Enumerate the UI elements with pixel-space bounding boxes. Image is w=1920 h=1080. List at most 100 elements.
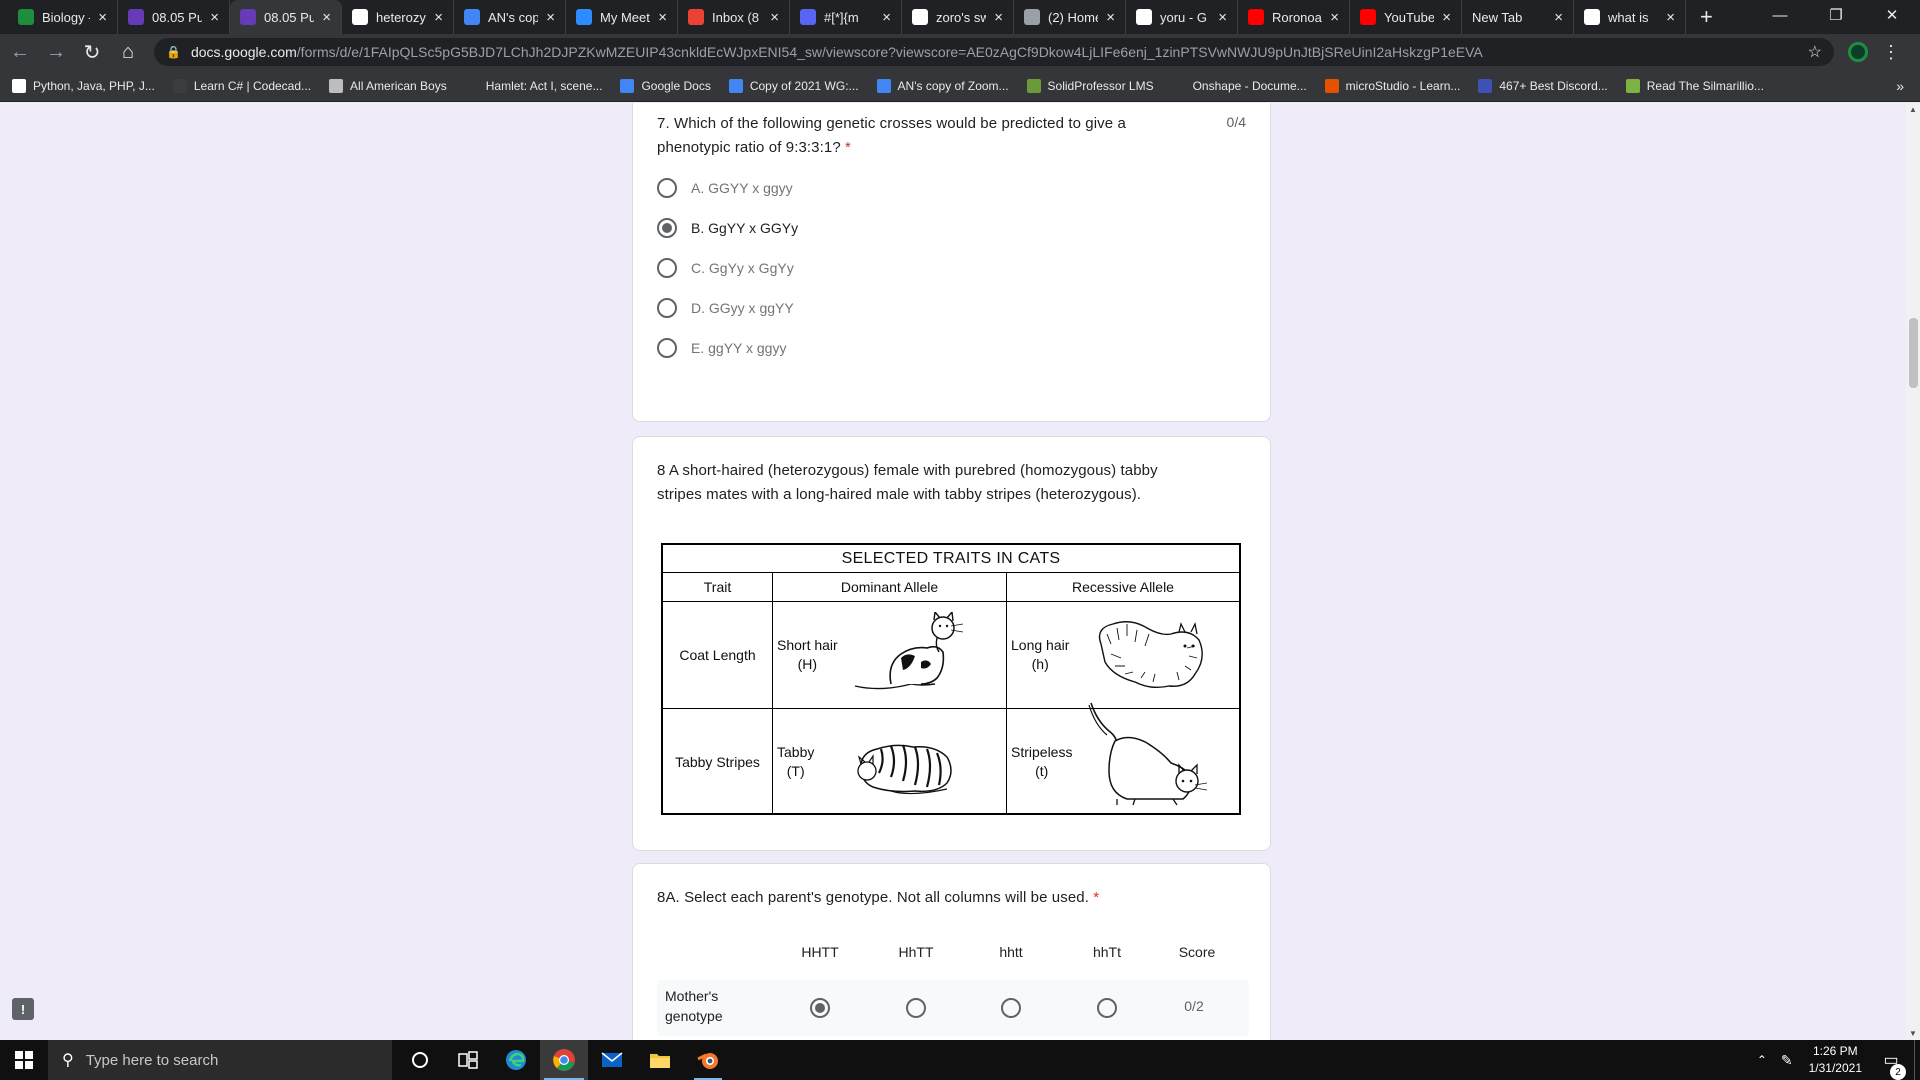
bookmark-item[interactable]: Copy of 2021 WG:...: [728, 78, 859, 93]
task-view-button[interactable]: [444, 1040, 492, 1080]
codecademy-icon: [172, 78, 187, 93]
bookmark-item[interactable]: Google Docs: [620, 78, 711, 93]
tab-close-icon[interactable]: ×: [1106, 9, 1115, 26]
bookmark-item[interactable]: Hamlet: Act I, scene...: [464, 78, 602, 93]
tab-close-icon[interactable]: ×: [1330, 9, 1339, 26]
taskbar-chrome[interactable]: [540, 1040, 588, 1080]
grid-column-header: hhtt: [999, 944, 1023, 960]
profile-avatar[interactable]: [1848, 42, 1868, 62]
forward-button[interactable]: →: [40, 36, 72, 68]
new-tab-button[interactable]: +: [1686, 0, 1727, 34]
bookmarks-overflow-button[interactable]: »: [1896, 78, 1904, 94]
bookmark-item[interactable]: SolidProfessor LMS: [1026, 78, 1154, 93]
tab-close-icon[interactable]: ×: [210, 9, 219, 26]
browser-tab[interactable]: Roronoa ×: [1238, 0, 1350, 34]
radio-unselected[interactable]: [657, 258, 677, 278]
tab-close-icon[interactable]: ×: [770, 9, 779, 26]
bookmark-item[interactable]: All American Boys: [329, 78, 447, 93]
bookmark-item[interactable]: Onshape - Docume...: [1171, 78, 1307, 93]
radio-unselected[interactable]: [657, 178, 677, 198]
show-desktop-button[interactable]: [1914, 1040, 1920, 1080]
question-8a-card: 8A. Select each parent's genotype. Not a…: [632, 863, 1271, 1040]
tab-close-icon[interactable]: ×: [322, 9, 331, 26]
bookmark-item[interactable]: Python, Java, PHP, J...: [12, 78, 155, 93]
radio-selected[interactable]: [657, 218, 677, 238]
pen-workspace-icon[interactable]: ✎: [1781, 1052, 1793, 1069]
browser-tab[interactable]: zoro's sw ×: [902, 0, 1014, 34]
traits-header-recessive: Recessive Allele: [1072, 579, 1174, 595]
bookmark-item[interactable]: Read The Silmarillio...: [1625, 78, 1764, 93]
browser-tab[interactable]: what is ×: [1574, 0, 1686, 34]
browser-tab[interactable]: #[*]{m ×: [790, 0, 902, 34]
radio-unselected[interactable]: [906, 998, 926, 1018]
tab-close-icon[interactable]: ×: [1554, 9, 1563, 26]
browser-tab[interactable]: My Meet ×: [566, 0, 678, 34]
answer-option[interactable]: E. ggYY x ggyy: [657, 336, 786, 360]
folder-icon: [650, 1054, 670, 1068]
tab-close-icon[interactable]: ×: [658, 9, 667, 26]
taskbar-search[interactable]: ⚲ Type here to search: [48, 1040, 392, 1080]
tab-close-icon[interactable]: ×: [994, 9, 1003, 26]
back-button[interactable]: ←: [4, 36, 36, 68]
menu-kebab-icon[interactable]: ⋮: [1882, 42, 1900, 63]
close-window-button[interactable]: ✕: [1864, 0, 1920, 30]
taskbar-file-explorer[interactable]: [636, 1040, 684, 1080]
taskbar-blender[interactable]: [684, 1040, 732, 1080]
taskbar-clock[interactable]: 1:26 PM 1/31/2021: [1809, 1043, 1862, 1077]
browser-tab[interactable]: heterozy ×: [342, 0, 454, 34]
answer-option[interactable]: D. GGyy x ggYY: [657, 296, 794, 320]
required-asterisk: *: [845, 139, 851, 156]
browser-tab[interactable]: New Tab ×: [1462, 0, 1574, 34]
browser-tab[interactable]: 08.05 Pu ×: [118, 0, 230, 34]
short-hair-cat-illustration: [854, 612, 964, 690]
browser-tab[interactable]: Inbox (8 ×: [678, 0, 790, 34]
blender-icon: [697, 1053, 718, 1069]
start-button[interactable]: [0, 1040, 48, 1080]
address-bar[interactable]: 🔒 docs.google.com/forms/d/e/1FAIpQLSc5pG…: [154, 38, 1834, 66]
tab-label: zoro's sw: [936, 9, 987, 25]
home-button[interactable]: ⌂: [112, 36, 144, 68]
page-scrollbar[interactable]: ▲ ▼: [1906, 103, 1920, 1040]
report-feedback-icon[interactable]: !: [12, 998, 34, 1020]
minimize-button[interactable]: —: [1752, 0, 1808, 30]
tab-close-icon[interactable]: ×: [1218, 9, 1227, 26]
scroll-up-arrow-icon[interactable]: ▲: [1909, 105, 1917, 114]
onshape-icon: [1171, 78, 1186, 93]
answer-option[interactable]: C. GgYy x GgYy: [657, 256, 794, 280]
required-asterisk: *: [1093, 889, 1100, 906]
bookmark-item[interactable]: microStudio - Learn...: [1324, 78, 1460, 93]
bookmark-star-icon[interactable]: ☆: [1808, 42, 1822, 62]
tab-close-icon[interactable]: ×: [1666, 9, 1675, 26]
tab-close-icon[interactable]: ×: [882, 9, 891, 26]
tab-close-icon[interactable]: ×: [434, 9, 443, 26]
browser-tab[interactable]: (2) Home ×: [1014, 0, 1126, 34]
tab-close-icon[interactable]: ×: [546, 9, 555, 26]
browser-tab[interactable]: 08.05 Pu ×: [230, 0, 342, 34]
browser-tab[interactable]: AN's cop ×: [454, 0, 566, 34]
scroll-down-arrow-icon[interactable]: ▼: [1909, 1029, 1917, 1038]
reload-button[interactable]: ↻: [76, 36, 108, 68]
restore-button[interactable]: ❐: [1808, 0, 1864, 30]
bookmark-item[interactable]: AN's copy of Zoom...: [876, 78, 1009, 93]
bookmark-item[interactable]: 467+ Best Discord...: [1478, 78, 1608, 93]
radio-unselected[interactable]: [657, 298, 677, 318]
cortana-button[interactable]: [396, 1040, 444, 1080]
show-hidden-icons-chevron-icon[interactable]: ⌃: [1757, 1053, 1767, 1067]
answer-option[interactable]: A. GGYY x ggyy: [657, 176, 793, 200]
answer-option[interactable]: B. GgYY x GGYy: [657, 216, 798, 240]
action-center-button[interactable]: ▭ 2: [1876, 1050, 1906, 1080]
scrollbar-thumb[interactable]: [1909, 318, 1918, 388]
radio-unselected[interactable]: [657, 338, 677, 358]
radio-selected[interactable]: [810, 998, 830, 1018]
bookmark-item[interactable]: Learn C# | Codecad...: [172, 78, 311, 93]
docs-icon: [728, 78, 743, 93]
browser-tab[interactable]: Biology - ×: [8, 0, 118, 34]
browser-tab[interactable]: YouTube ×: [1350, 0, 1462, 34]
taskbar-mail[interactable]: [588, 1040, 636, 1080]
radio-unselected[interactable]: [1097, 998, 1117, 1018]
tab-close-icon[interactable]: ×: [98, 9, 107, 26]
tab-close-icon[interactable]: ×: [1442, 9, 1451, 26]
taskbar-edge[interactable]: [492, 1040, 540, 1080]
radio-unselected[interactable]: [1001, 998, 1021, 1018]
browser-tab[interactable]: yoru - G ×: [1126, 0, 1238, 34]
